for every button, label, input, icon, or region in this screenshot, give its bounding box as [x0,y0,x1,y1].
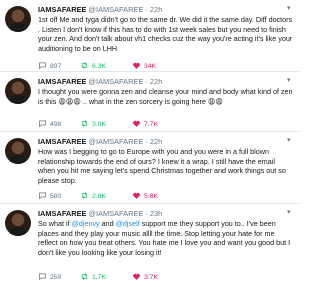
display-name[interactable]: IAMSAFAREE [38,5,86,14]
reply-button[interactable]: 259 [38,272,61,282]
retweet-count: 3.0K [92,121,106,128]
timestamp[interactable]: 22h [150,77,162,86]
tweet-header: IAMSAFAREE @IAMSAFAREE · 22h [38,77,296,86]
retweet-button[interactable]: 3.0K [80,119,106,129]
reply-icon [39,120,46,128]
heart-icon [133,62,140,69]
heart-icon [133,120,140,127]
tweet-actions: 580 2.8K 5.8K [38,191,288,201]
retweet-icon [81,192,88,199]
retweet-button[interactable]: 6.3K [80,61,106,71]
chevron-down-icon[interactable]: ▾ [287,5,294,12]
like-count: 7.7K [144,121,158,128]
like-button[interactable]: 5.8K [132,191,158,201]
reply-count: 580 [50,193,62,200]
tweet-actions: 259 1.7K 3.7K [38,272,288,282]
reply-button[interactable]: 498 [38,119,61,129]
chevron-down-icon[interactable]: ▾ [287,137,294,144]
avatar[interactable] [5,138,31,164]
tweet-feed: IAMSAFAREE @IAMSAFAREE · 22h ▾ 1st off M… [0,0,300,287]
reply-icon [39,192,46,200]
timestamp[interactable]: 22h [150,5,162,14]
avatar[interactable] [5,210,31,236]
display-name[interactable]: IAMSAFAREE [38,209,86,218]
retweet-count: 6.3K [92,63,106,70]
like-count: 3.7K [144,274,158,281]
tweet[interactable]: IAMSAFAREE @IAMSAFAREE · 22h ▾ How was I… [0,132,300,204]
retweet-icon [81,273,88,280]
like-button[interactable]: 7.7K [132,119,158,129]
tweet-actions: 498 3.0K 7.7K [38,119,288,129]
handle[interactable]: @IAMSAFAREE [89,209,144,218]
retweet-icon [81,62,88,69]
retweet-icon [81,120,88,127]
tweet-actions: 897 6.3K 34K [38,61,288,71]
reply-icon [39,62,46,70]
chevron-down-icon[interactable]: ▾ [287,77,294,84]
reply-count: 259 [50,274,62,281]
timestamp[interactable]: 23h [150,209,162,218]
display-name[interactable]: IAMSAFAREE [38,137,86,146]
heart-icon [133,273,140,280]
retweet-button[interactable]: 2.8K [80,191,106,201]
retweet-count: 2.8K [92,193,106,200]
separator: · [143,209,150,218]
separator: · [143,77,150,86]
tweet-text: 1st off Me and tyga didn't go to the sam… [38,15,293,53]
separator: · [143,137,150,146]
tweet-header: IAMSAFAREE @IAMSAFAREE · 22h [38,5,296,14]
tweet-text: I thought you were gonna zen and cleanse… [38,87,293,106]
tweet-header: IAMSAFAREE @IAMSAFAREE · 23h [38,209,296,218]
mention-link[interactable]: @djenvy [72,219,100,228]
separator: · [143,5,150,14]
tweet-text: How was I begging to go to Europe with y… [38,147,286,185]
like-count: 5.8K [144,193,158,200]
tweet-text-segment: and [99,219,116,228]
reply-count: 897 [50,63,62,70]
tweet-text-segment: So what if [38,219,72,228]
timestamp[interactable]: 22h [150,137,162,146]
retweet-count: 1.7K [92,274,106,281]
mention-link[interactable]: @djself [116,219,140,228]
tweet[interactable]: IAMSAFAREE @IAMSAFAREE · 22h ▾ I thought… [0,72,300,132]
like-count: 34K [144,63,157,70]
tweet[interactable]: IAMSAFAREE @IAMSAFAREE · 22h ▾ 1st off M… [0,0,300,72]
tweet-text: So what if @djenvy and @djself support m… [38,219,293,257]
avatar[interactable] [5,6,31,32]
like-button[interactable]: 34K [132,61,156,71]
like-button[interactable]: 3.7K [132,272,158,282]
handle[interactable]: @IAMSAFAREE [89,137,144,146]
avatar[interactable] [5,78,31,104]
heart-icon [133,192,140,199]
retweet-button[interactable]: 1.7K [80,272,106,282]
handle[interactable]: @IAMSAFAREE [89,77,144,86]
chevron-down-icon[interactable]: ▾ [287,209,294,216]
reply-count: 498 [50,121,62,128]
tweet-header: IAMSAFAREE @IAMSAFAREE · 22h [38,137,296,146]
tweet[interactable]: IAMSAFAREE @IAMSAFAREE · 23h ▾ So what i… [0,204,300,287]
display-name[interactable]: IAMSAFAREE [38,77,86,86]
reply-button[interactable]: 897 [38,61,61,71]
reply-button[interactable]: 580 [38,191,61,201]
reply-icon [39,273,46,281]
handle[interactable]: @IAMSAFAREE [89,5,144,14]
